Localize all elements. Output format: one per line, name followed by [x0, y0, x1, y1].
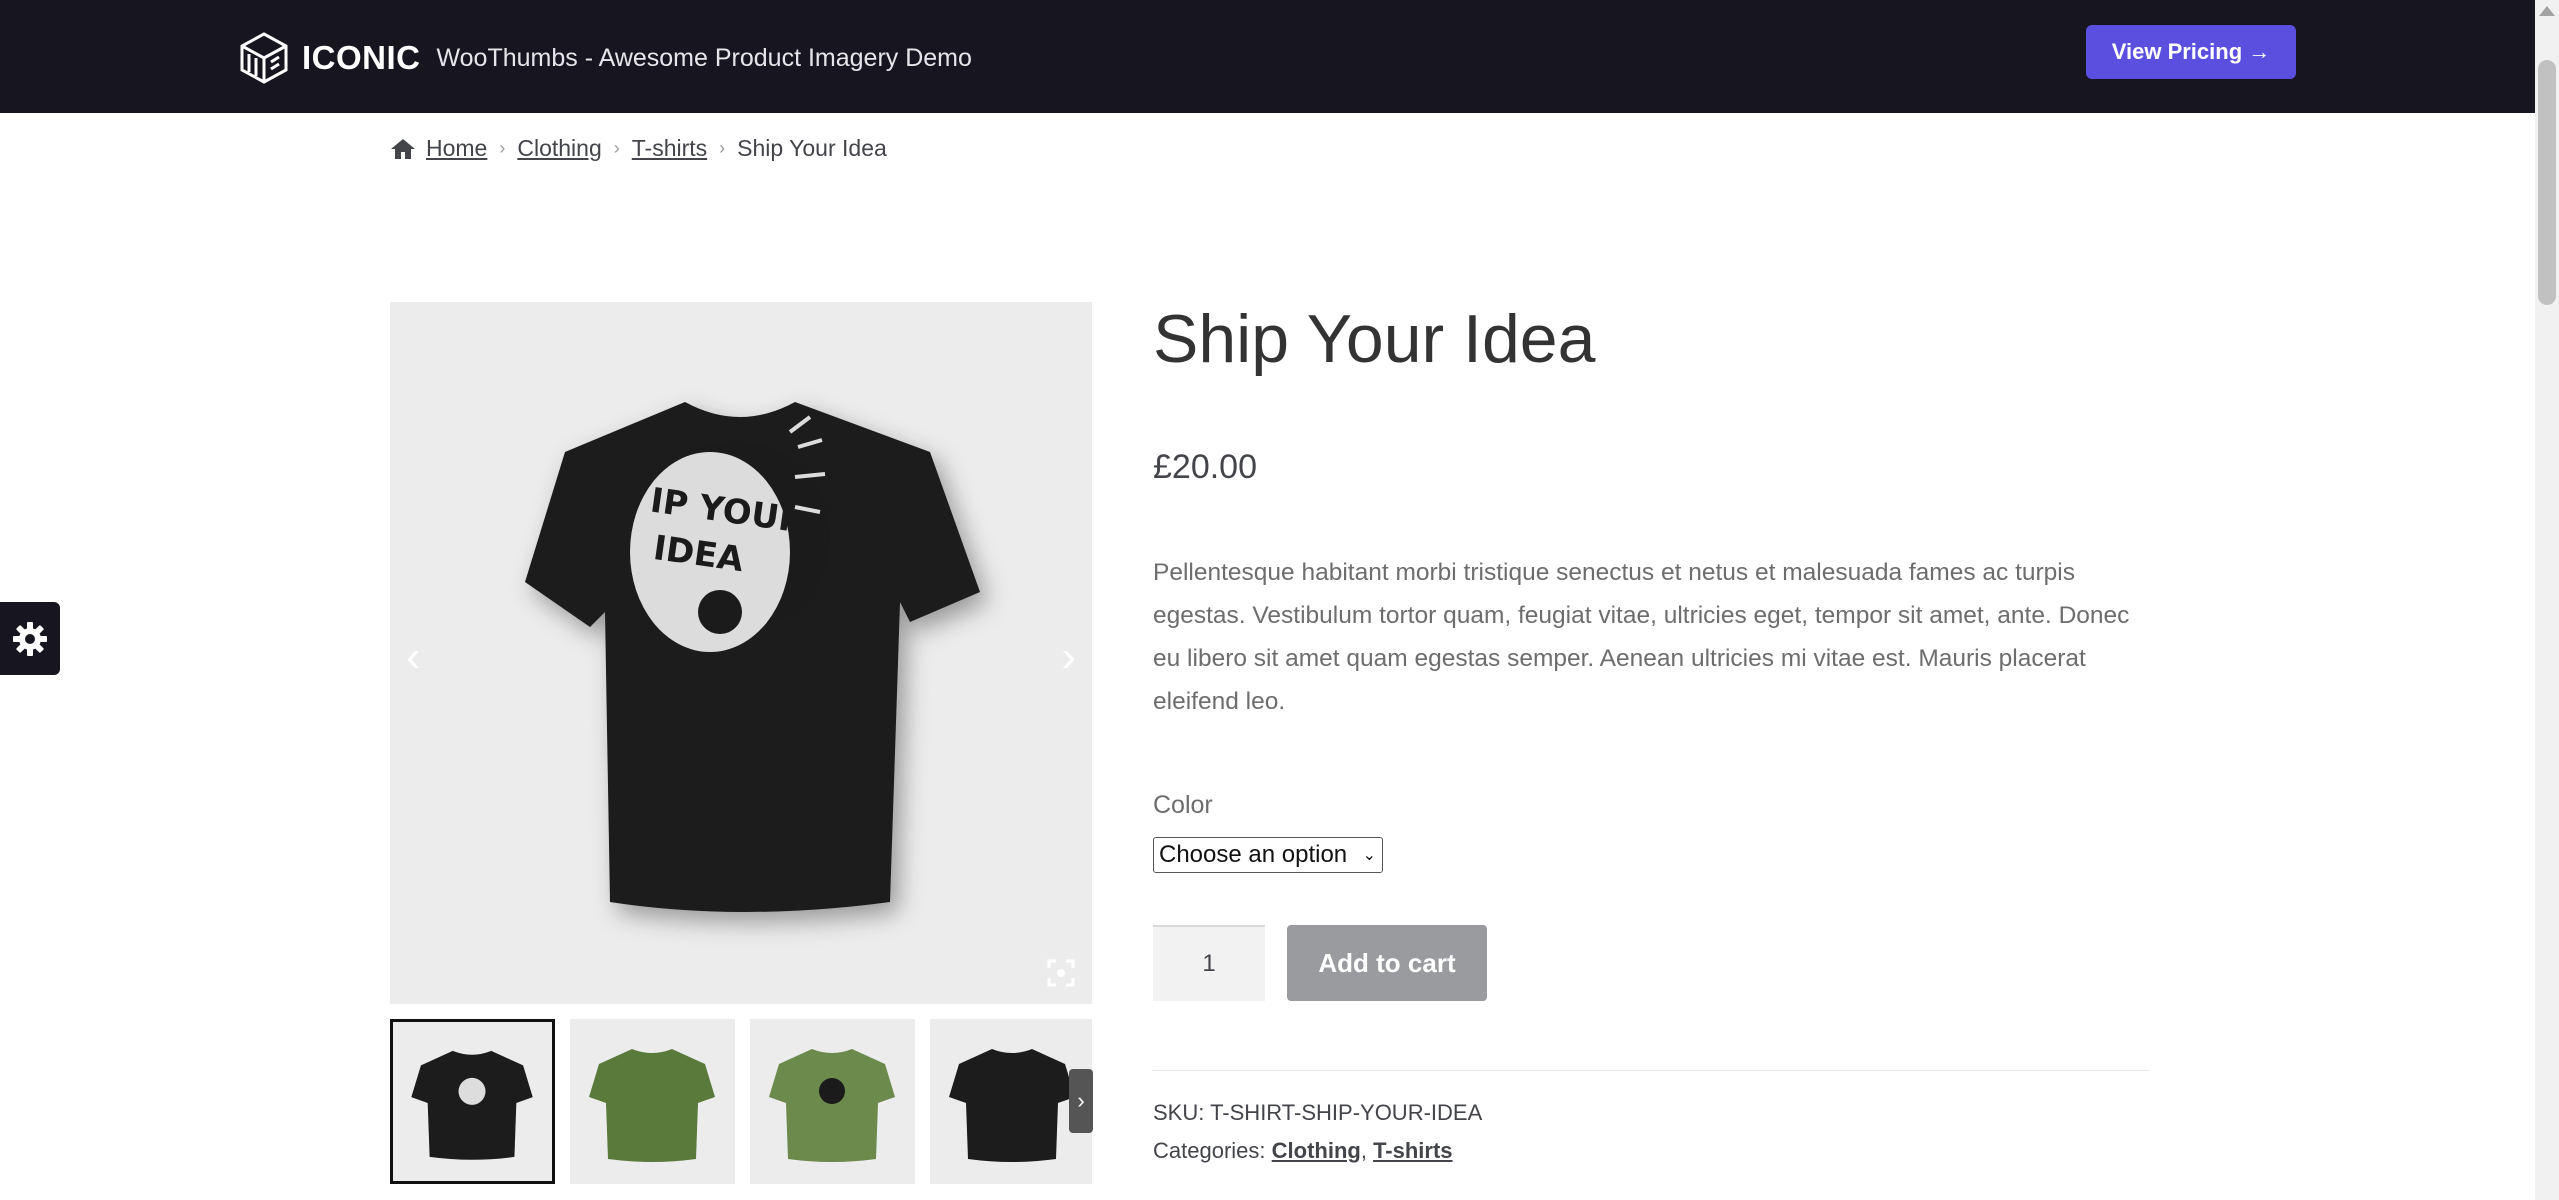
thumbnail-1[interactable]	[390, 1019, 555, 1184]
fullscreen-zoom-icon[interactable]	[1046, 958, 1076, 988]
product-main-image[interactable]: IP YOUR IDEA ‹ ›	[390, 302, 1092, 1004]
home-icon	[391, 138, 415, 159]
scroll-up-arrow-icon[interactable]	[2539, 6, 2555, 16]
chevron-down-icon: ⌄	[1362, 847, 1376, 864]
breadcrumb-clothing-link[interactable]: Clothing	[517, 135, 601, 162]
scrollbar-thumb[interactable]	[2538, 60, 2556, 305]
gallery-next-arrow-icon[interactable]: ›	[1061, 632, 1076, 682]
breadcrumb: Home › Clothing › T-shirts › Ship Your I…	[390, 135, 887, 162]
breadcrumb-separator-icon: ›	[613, 138, 620, 158]
tshirt-thumbnail	[411, 1050, 533, 1160]
breadcrumb-current: Ship Your Idea	[737, 135, 887, 161]
meta-divider	[1153, 1070, 2150, 1071]
settings-toggle-button[interactable]	[0, 602, 60, 675]
product-price: £20.00	[1153, 448, 1257, 486]
tshirt-thumbnail	[769, 1049, 895, 1162]
iconic-logo[interactable]: ICONIC WooThumbs - Awesome Product Image…	[240, 32, 972, 84]
breadcrumb-home-link[interactable]: Home	[426, 135, 487, 162]
site-tagline: WooThumbs - Awesome Product Imagery Demo	[436, 43, 972, 72]
tshirt-thumbnail	[589, 1049, 715, 1162]
thumbnail-2[interactable]	[570, 1019, 735, 1184]
sku-label: SKU:	[1153, 1100, 1205, 1125]
breadcrumb-tshirts-link[interactable]: T-shirts	[632, 135, 707, 162]
color-select[interactable]: Choose an option ⌄	[1153, 837, 1383, 873]
view-pricing-button[interactable]: View Pricing →	[2086, 25, 2296, 79]
color-select-value: Choose an option	[1159, 841, 1348, 868]
category-tshirts-link[interactable]: T-shirts	[1373, 1138, 1452, 1163]
site-header: ICONIC WooThumbs - Awesome Product Image…	[0, 0, 2535, 113]
add-to-cart-button[interactable]: Add to cart	[1287, 925, 1487, 1001]
breadcrumb-separator-icon: ›	[499, 138, 506, 158]
thumbnail-4[interactable]	[930, 1019, 1092, 1184]
product-sku: SKU: T-SHIRT-SHIP-YOUR-IDEA	[1153, 1100, 1482, 1126]
thumbnail-strip	[390, 1019, 1092, 1184]
product-categories: Categories: Clothing, T-shirts	[1153, 1138, 1453, 1163]
categories-label: Categories:	[1153, 1138, 1266, 1163]
brand-name: ICONIC	[302, 39, 421, 76]
sku-value: T-SHIRT-SHIP-YOUR-IDEA	[1210, 1100, 1483, 1125]
thumbnail-3[interactable]	[750, 1019, 915, 1184]
color-label: Color	[1153, 791, 1213, 819]
thumbnail-next-arrow-icon[interactable]: ›	[1069, 1069, 1093, 1133]
iconic-cube-icon	[240, 32, 288, 84]
gear-icon	[13, 621, 47, 656]
product-title: Ship Your Idea	[1153, 301, 1596, 377]
product-description: Pellentesque habitant morbi tristique se…	[1153, 559, 2130, 715]
tshirt-image: IP YOUR IDEA	[525, 402, 980, 912]
breadcrumb-separator-icon: ›	[719, 138, 726, 158]
gallery-prev-arrow-icon[interactable]: ‹	[406, 632, 421, 682]
tshirt-thumbnail	[949, 1049, 1075, 1162]
category-clothing-link[interactable]: Clothing	[1272, 1138, 1361, 1163]
quantity-input[interactable]: 1	[1153, 925, 1265, 1001]
